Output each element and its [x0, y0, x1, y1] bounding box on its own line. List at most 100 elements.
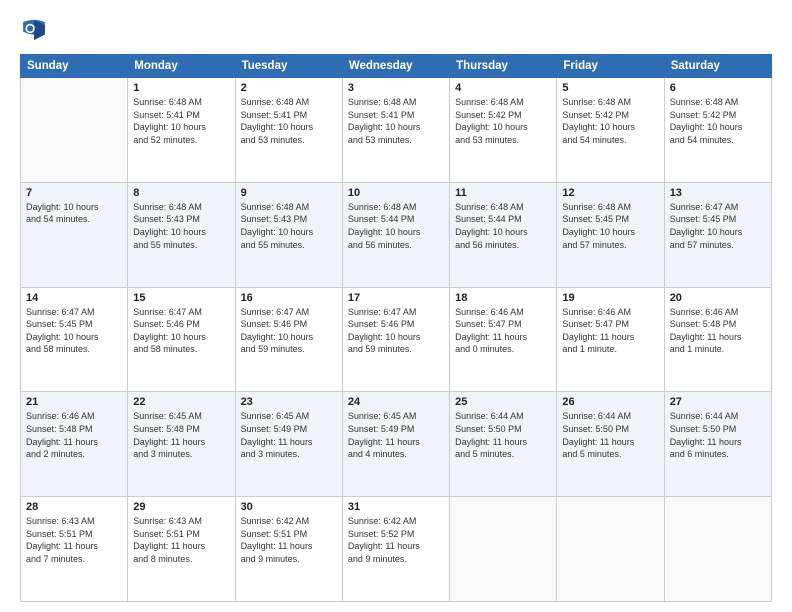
day-number: 10 [348, 187, 444, 199]
day-info: Sunrise: 6:47 AM Sunset: 5:46 PM Dayligh… [133, 306, 229, 356]
day-info: Sunrise: 6:47 AM Sunset: 5:46 PM Dayligh… [241, 306, 337, 356]
day-info: Sunrise: 6:46 AM Sunset: 5:48 PM Dayligh… [670, 306, 766, 356]
day-number: 30 [241, 501, 337, 513]
day-info: Sunrise: 6:47 AM Sunset: 5:45 PM Dayligh… [670, 201, 766, 251]
day-info: Sunrise: 6:44 AM Sunset: 5:50 PM Dayligh… [455, 410, 551, 460]
day-info: Sunrise: 6:48 AM Sunset: 5:44 PM Dayligh… [455, 201, 551, 251]
day-info: Sunrise: 6:45 AM Sunset: 5:49 PM Dayligh… [348, 410, 444, 460]
header-cell-tuesday: Tuesday [235, 55, 342, 78]
day-cell: 26 Sunrise: 6:44 AM Sunset: 5:50 PM Dayli… [557, 392, 664, 497]
day-number: 16 [241, 292, 337, 304]
calendar-page: SundayMondayTuesdayWednesdayThursdayFrid… [0, 0, 792, 612]
day-number: 5 [562, 82, 658, 94]
day-number: 15 [133, 292, 229, 304]
week-row-5: 28 Sunrise: 6:43 AM Sunset: 5:51 PM Dayli… [21, 497, 772, 602]
day-info: Sunrise: 6:46 AM Sunset: 5:47 PM Dayligh… [455, 306, 551, 356]
logo [20, 16, 50, 44]
day-number: 11 [455, 187, 551, 199]
day-number: 23 [241, 396, 337, 408]
day-info: Sunrise: 6:42 AM Sunset: 5:52 PM Dayligh… [348, 515, 444, 565]
day-cell [21, 78, 128, 183]
week-row-4: 21 Sunrise: 6:46 AM Sunset: 5:48 PM Dayli… [21, 392, 772, 497]
day-info: Sunrise: 6:48 AM Sunset: 5:43 PM Dayligh… [241, 201, 337, 251]
header-cell-sunday: Sunday [21, 55, 128, 78]
day-cell: 10 Sunrise: 6:48 AM Sunset: 5:44 PM Dayli… [342, 182, 449, 287]
day-number: 8 [133, 187, 229, 199]
day-number: 19 [562, 292, 658, 304]
day-info: Sunrise: 6:44 AM Sunset: 5:50 PM Dayligh… [670, 410, 766, 460]
day-cell: 15 Sunrise: 6:47 AM Sunset: 5:46 PM Dayli… [128, 287, 235, 392]
day-cell: 24 Sunrise: 6:45 AM Sunset: 5:49 PM Dayli… [342, 392, 449, 497]
day-number: 29 [133, 501, 229, 513]
day-info: Sunrise: 6:48 AM Sunset: 5:41 PM Dayligh… [133, 96, 229, 146]
day-info: Sunrise: 6:48 AM Sunset: 5:45 PM Dayligh… [562, 201, 658, 251]
day-info: Sunrise: 6:48 AM Sunset: 5:42 PM Dayligh… [455, 96, 551, 146]
day-info: Sunrise: 6:46 AM Sunset: 5:48 PM Dayligh… [26, 410, 122, 460]
day-number: 28 [26, 501, 122, 513]
day-info: Sunrise: 6:46 AM Sunset: 5:47 PM Dayligh… [562, 306, 658, 356]
calendar-table: SundayMondayTuesdayWednesdayThursdayFrid… [20, 54, 772, 602]
day-number: 26 [562, 396, 658, 408]
day-number: 21 [26, 396, 122, 408]
day-cell: 9Sunrise: 6:48 AM Sunset: 5:43 PM Daylig… [235, 182, 342, 287]
day-cell: 20 Sunrise: 6:46 AM Sunset: 5:48 PM Dayli… [664, 287, 771, 392]
day-info: Sunrise: 6:48 AM Sunset: 5:42 PM Dayligh… [670, 96, 766, 146]
week-row-1: 1Sunrise: 6:48 AM Sunset: 5:41 PM Daylig… [21, 78, 772, 183]
day-cell: 13 Sunrise: 6:47 AM Sunset: 5:45 PM Dayli… [664, 182, 771, 287]
day-cell: 23 Sunrise: 6:45 AM Sunset: 5:49 PM Dayli… [235, 392, 342, 497]
day-info: Sunrise: 6:43 AM Sunset: 5:51 PM Dayligh… [26, 515, 122, 565]
day-cell: 11 Sunrise: 6:48 AM Sunset: 5:44 PM Dayli… [450, 182, 557, 287]
header-row: SundayMondayTuesdayWednesdayThursdayFrid… [21, 55, 772, 78]
day-cell: 3 Sunrise: 6:48 AM Sunset: 5:41 PM Daylig… [342, 78, 449, 183]
day-number: 18 [455, 292, 551, 304]
day-cell: 28 Sunrise: 6:43 AM Sunset: 5:51 PM Dayli… [21, 497, 128, 602]
day-number: 31 [348, 501, 444, 513]
week-row-3: 14Sunrise: 6:47 AM Sunset: 5:45 PM Dayli… [21, 287, 772, 392]
day-info: Sunrise: 6:48 AM Sunset: 5:44 PM Dayligh… [348, 201, 444, 251]
day-info: Sunrise: 6:47 AM Sunset: 5:46 PM Dayligh… [348, 306, 444, 356]
day-info: Sunrise: 6:42 AM Sunset: 5:51 PM Dayligh… [241, 515, 337, 565]
day-info: Sunrise: 6:47 AM Sunset: 5:45 PM Dayligh… [26, 306, 122, 356]
day-cell: 7 Daylight: 10 hours and 54 minutes. [21, 182, 128, 287]
day-cell: 29Sunrise: 6:43 AM Sunset: 5:51 PM Dayli… [128, 497, 235, 602]
day-cell: 14Sunrise: 6:47 AM Sunset: 5:45 PM Dayli… [21, 287, 128, 392]
day-number: 24 [348, 396, 444, 408]
header-cell-friday: Friday [557, 55, 664, 78]
day-cell [664, 497, 771, 602]
day-number: 4 [455, 82, 551, 94]
day-number: 13 [670, 187, 766, 199]
day-cell: 21 Sunrise: 6:46 AM Sunset: 5:48 PM Dayli… [21, 392, 128, 497]
day-info: Sunrise: 6:48 AM Sunset: 5:42 PM Dayligh… [562, 96, 658, 146]
day-cell: 25Sunrise: 6:44 AM Sunset: 5:50 PM Dayli… [450, 392, 557, 497]
header-cell-saturday: Saturday [664, 55, 771, 78]
day-info: Sunrise: 6:45 AM Sunset: 5:49 PM Dayligh… [241, 410, 337, 460]
day-number: 22 [133, 396, 229, 408]
day-cell: 17 Sunrise: 6:47 AM Sunset: 5:46 PM Dayli… [342, 287, 449, 392]
day-cell: 31 Sunrise: 6:42 AM Sunset: 5:52 PM Dayli… [342, 497, 449, 602]
day-cell: 4 Sunrise: 6:48 AM Sunset: 5:42 PM Daylig… [450, 78, 557, 183]
header-cell-monday: Monday [128, 55, 235, 78]
day-number: 20 [670, 292, 766, 304]
day-cell: 30 Sunrise: 6:42 AM Sunset: 5:51 PM Dayli… [235, 497, 342, 602]
day-number: 6 [670, 82, 766, 94]
day-cell [557, 497, 664, 602]
day-cell: 22 Sunrise: 6:45 AM Sunset: 5:48 PM Dayli… [128, 392, 235, 497]
day-cell [450, 497, 557, 602]
day-number: 2 [241, 82, 337, 94]
day-cell: 2 Sunrise: 6:48 AM Sunset: 5:41 PM Daylig… [235, 78, 342, 183]
week-row-2: 7 Daylight: 10 hours and 54 minutes. 8 Sunr… [21, 182, 772, 287]
day-info: Sunrise: 6:45 AM Sunset: 5:48 PM Dayligh… [133, 410, 229, 460]
day-number: 7 [26, 187, 122, 199]
day-info: Sunrise: 6:44 AM Sunset: 5:50 PM Dayligh… [562, 410, 658, 460]
day-cell: 8 Sunrise: 6:48 AM Sunset: 5:43 PM Daylig… [128, 182, 235, 287]
day-info: Daylight: 10 hours and 54 minutes. [26, 201, 122, 226]
day-info: Sunrise: 6:48 AM Sunset: 5:43 PM Dayligh… [133, 201, 229, 251]
day-cell: 16 Sunrise: 6:47 AM Sunset: 5:46 PM Dayli… [235, 287, 342, 392]
day-cell: 5 Sunrise: 6:48 AM Sunset: 5:42 PM Daylig… [557, 78, 664, 183]
day-info: Sunrise: 6:48 AM Sunset: 5:41 PM Dayligh… [348, 96, 444, 146]
header-cell-wednesday: Wednesday [342, 55, 449, 78]
day-number: 3 [348, 82, 444, 94]
day-cell: 27Sunrise: 6:44 AM Sunset: 5:50 PM Dayli… [664, 392, 771, 497]
day-number: 17 [348, 292, 444, 304]
day-info: Sunrise: 6:48 AM Sunset: 5:41 PM Dayligh… [241, 96, 337, 146]
